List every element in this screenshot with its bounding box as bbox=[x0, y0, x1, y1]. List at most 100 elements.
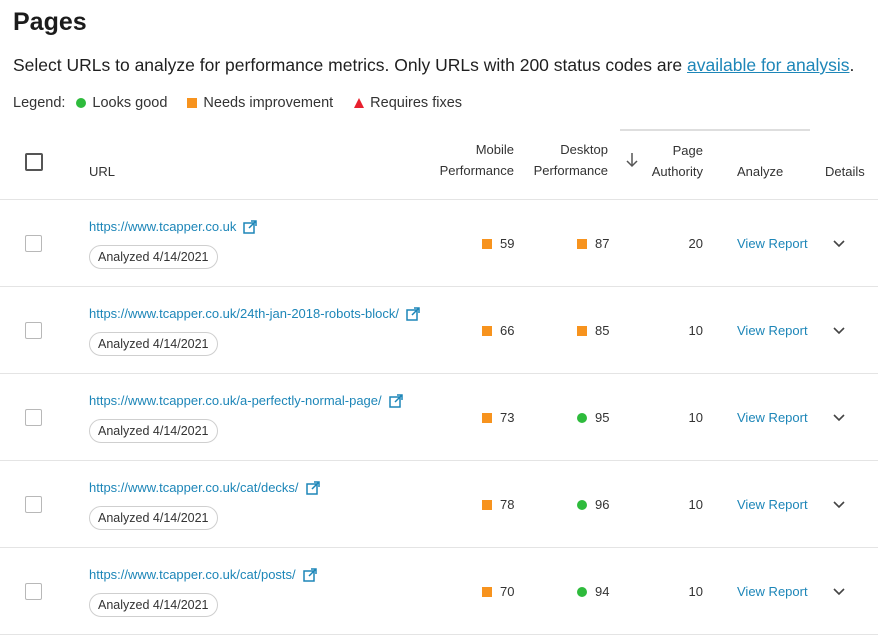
external-link-icon[interactable] bbox=[305, 480, 320, 495]
red-triangle-icon bbox=[354, 98, 365, 108]
row-checkbox[interactable] bbox=[25, 235, 42, 252]
view-report-link[interactable]: View Report bbox=[737, 323, 808, 338]
chevron-down-icon[interactable] bbox=[833, 327, 845, 335]
orange-square-icon bbox=[482, 238, 492, 249]
legend: Legend: Looks good Needs improvement Req… bbox=[13, 95, 462, 111]
view-report-link[interactable]: View Report bbox=[737, 497, 808, 512]
header-desktop-line2: Performance bbox=[533, 163, 608, 178]
mobile-performance-value: 78 bbox=[482, 497, 514, 512]
orange-square-icon bbox=[482, 412, 492, 423]
header-mobile-line1: Mobile bbox=[475, 142, 514, 157]
desktop-score: 95 bbox=[595, 410, 610, 425]
legend-needs: Needs improvement bbox=[187, 95, 333, 111]
legend-needs-label: Needs improvement bbox=[203, 95, 334, 111]
mobile-score: 78 bbox=[500, 497, 515, 512]
header-analyze: Analyze bbox=[737, 164, 784, 179]
row-divider bbox=[0, 460, 878, 461]
url-text[interactable]: https://www.tcapper.co.uk bbox=[89, 219, 236, 234]
green-circle-icon bbox=[577, 412, 587, 423]
legend-label: Legend: bbox=[13, 95, 66, 111]
row-url-link[interactable]: https://www.tcapper.co.uk/cat/decks/ bbox=[89, 480, 320, 495]
header-mobile-line2: Performance bbox=[439, 163, 514, 178]
view-report-link[interactable]: View Report bbox=[737, 410, 808, 425]
url-text[interactable]: https://www.tcapper.co.uk/cat/posts/ bbox=[89, 567, 296, 582]
row-divider bbox=[0, 547, 878, 548]
row-url-link[interactable]: https://www.tcapper.co.uk/cat/posts/ bbox=[89, 567, 317, 582]
analyzed-badge: Analyzed 4/14/2021 bbox=[89, 332, 218, 356]
page-authority-value: 20 bbox=[688, 236, 703, 251]
page-title: Pages bbox=[13, 8, 87, 36]
page-authority-value: 10 bbox=[688, 497, 703, 512]
external-link-icon[interactable] bbox=[406, 306, 420, 321]
header-desktop-line1: Desktop bbox=[560, 142, 608, 157]
mobile-score: 73 bbox=[500, 410, 515, 425]
legend-fixes-label: Requires fixes bbox=[370, 95, 463, 111]
available-for-analysis-link[interactable]: available for analysis bbox=[687, 55, 849, 75]
mobile-score: 66 bbox=[500, 323, 515, 338]
orange-square-icon bbox=[482, 586, 492, 597]
analyzed-badge: Analyzed 4/14/2021 bbox=[89, 419, 218, 443]
desktop-performance-value: 94 bbox=[577, 584, 609, 599]
view-report-link[interactable]: View Report bbox=[737, 236, 808, 251]
desktop-performance-value: 87 bbox=[577, 236, 609, 251]
external-link-icon[interactable] bbox=[388, 393, 403, 408]
chevron-down-icon[interactable] bbox=[833, 240, 845, 248]
header-pa-line1: Page bbox=[672, 143, 703, 158]
header-desktop-performance[interactable]: Desktop Performance bbox=[514, 139, 608, 181]
row-url-link[interactable]: https://www.tcapper.co.uk bbox=[89, 219, 258, 234]
description-text: Select URLs to analyze for performance m… bbox=[13, 55, 688, 75]
mobile-performance-value: 73 bbox=[482, 410, 514, 425]
desktop-performance-value: 85 bbox=[577, 323, 609, 338]
row-url-link[interactable]: https://www.tcapper.co.uk/a-perfectly-no… bbox=[89, 393, 403, 408]
row-divider bbox=[0, 373, 878, 374]
legend-good-label: Looks good bbox=[92, 95, 168, 111]
green-circle-icon bbox=[76, 98, 87, 108]
header-mobile-performance[interactable]: Mobile Performance bbox=[420, 139, 514, 181]
chevron-down-icon[interactable] bbox=[833, 501, 845, 509]
desktop-score: 96 bbox=[595, 497, 610, 512]
select-all-checkbox[interactable] bbox=[25, 153, 43, 171]
header-url[interactable]: URL bbox=[89, 161, 115, 182]
orange-square-icon bbox=[577, 325, 587, 336]
desktop-score: 85 bbox=[595, 323, 610, 338]
external-link-icon[interactable] bbox=[302, 567, 317, 582]
row-divider bbox=[0, 286, 878, 287]
chevron-down-icon[interactable] bbox=[833, 414, 845, 422]
page-authority-value: 10 bbox=[688, 323, 703, 338]
mobile-performance-value: 70 bbox=[482, 584, 514, 599]
header-page-authority[interactable]: Page Authority bbox=[630, 140, 703, 182]
desktop-performance-value: 96 bbox=[577, 497, 609, 512]
page-authority-value: 10 bbox=[688, 410, 703, 425]
green-circle-icon bbox=[577, 499, 587, 510]
row-url-link[interactable]: https://www.tcapper.co.uk/24th-jan-2018-… bbox=[89, 306, 420, 321]
url-text[interactable]: https://www.tcapper.co.uk/24th-jan-2018-… bbox=[89, 306, 399, 321]
orange-square-icon bbox=[482, 325, 492, 336]
legend-fixes: Requires fixes bbox=[354, 95, 462, 111]
header-divider bbox=[0, 199, 878, 200]
chevron-down-icon[interactable] bbox=[833, 588, 845, 596]
orange-square-icon bbox=[482, 499, 492, 510]
external-link-icon[interactable] bbox=[243, 219, 258, 234]
row-checkbox[interactable] bbox=[25, 322, 42, 339]
desktop-score: 94 bbox=[595, 584, 610, 599]
analyzed-badge: Analyzed 4/14/2021 bbox=[89, 506, 218, 530]
url-text[interactable]: https://www.tcapper.co.uk/a-perfectly-no… bbox=[89, 393, 382, 408]
orange-square-icon bbox=[577, 238, 587, 249]
header-details: Details bbox=[825, 164, 865, 179]
url-text[interactable]: https://www.tcapper.co.uk/cat/decks/ bbox=[89, 480, 299, 495]
header-pa-line2: Authority bbox=[651, 164, 703, 179]
row-checkbox[interactable] bbox=[25, 583, 42, 600]
green-circle-icon bbox=[577, 586, 587, 597]
mobile-performance-value: 66 bbox=[482, 323, 514, 338]
orange-square-icon bbox=[187, 98, 198, 108]
view-report-link[interactable]: View Report bbox=[737, 584, 808, 599]
desktop-performance-value: 95 bbox=[577, 410, 609, 425]
desktop-score: 87 bbox=[595, 236, 610, 251]
description-suffix: . bbox=[849, 55, 855, 75]
mobile-score: 70 bbox=[500, 584, 515, 599]
analyzed-badge: Analyzed 4/14/2021 bbox=[89, 245, 218, 269]
row-checkbox[interactable] bbox=[25, 409, 42, 426]
sorted-column-indicator bbox=[620, 129, 810, 131]
row-checkbox[interactable] bbox=[25, 496, 42, 513]
page-authority-value: 10 bbox=[688, 584, 703, 599]
